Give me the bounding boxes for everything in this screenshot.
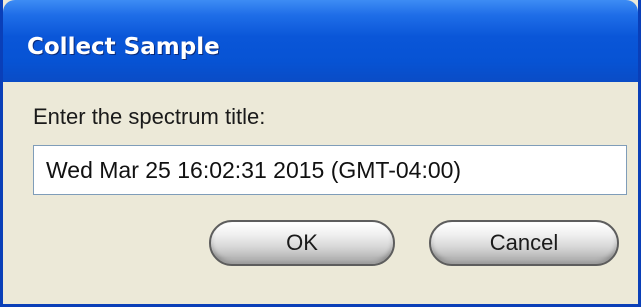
cancel-button[interactable]: Cancel [429,220,619,266]
dialog-client-area: Enter the spectrum title: OK Cancel [3,82,638,304]
spectrum-title-label: Enter the spectrum title: [33,104,266,129]
dialog-title: Collect Sample [27,34,220,60]
spectrum-title-input[interactable] [33,145,627,195]
collect-sample-dialog: Collect Sample Enter the spectrum title:… [0,0,641,307]
ok-button[interactable]: OK [209,220,395,266]
dialog-titlebar[interactable]: Collect Sample [3,0,638,82]
